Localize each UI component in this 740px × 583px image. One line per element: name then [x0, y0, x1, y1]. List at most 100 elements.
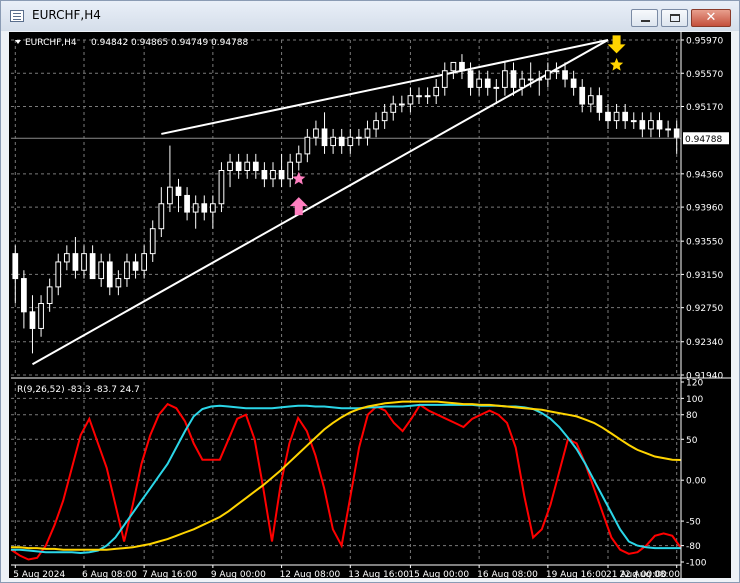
price-header-open: 0.94842	[91, 38, 128, 48]
candle-body	[63, 253, 70, 263]
candle-body	[484, 78, 491, 88]
price-tick-label: 0.93550	[686, 238, 723, 248]
candle-body	[209, 203, 216, 213]
chart-area[interactable]: 0.95970 0.95570 0.95170 0.94788 0.94360 0.939…	[9, 32, 731, 580]
candle-body	[544, 70, 551, 80]
candle-body	[596, 95, 603, 113]
candle-body	[519, 78, 525, 88]
maximize-icon	[670, 14, 680, 22]
candle-body	[622, 111, 629, 122]
candle-body	[192, 203, 199, 213]
candle-body	[630, 120, 637, 123]
candle-body	[149, 228, 156, 255]
time-tick-label: 16 Aug 08:00	[477, 570, 538, 578]
window-title: EURCHF,H4	[32, 8, 101, 22]
candle-body	[295, 153, 302, 163]
price-tick-label: 0.92340	[686, 338, 723, 348]
candle-body	[467, 70, 474, 88]
time-tick-label: 13 Aug 16:00	[348, 570, 409, 578]
minimize-icon	[641, 20, 650, 22]
candle-body	[656, 120, 663, 130]
candle-body	[55, 261, 62, 288]
maximize-button[interactable]	[661, 9, 688, 27]
chart-canvas[interactable]: 0.95970 0.95570 0.95170 0.94788 0.94360 0.939…	[9, 32, 731, 580]
candle-body	[416, 95, 422, 98]
candle-body	[398, 103, 405, 106]
candle-body	[476, 78, 483, 88]
rsi-tick-label: -50	[686, 518, 701, 528]
rsi-lines	[10, 400, 682, 561]
price-tick-label: 0.92750	[686, 304, 723, 314]
chart-menu-triangle-icon[interactable]	[15, 40, 21, 44]
candle-body	[235, 161, 242, 172]
candle-body	[373, 120, 379, 130]
candle-body	[347, 136, 354, 147]
candle-body	[106, 261, 113, 288]
time-tick-label: 22 Aug 08:00	[619, 570, 680, 578]
candle-body	[673, 128, 680, 138]
candle-body	[338, 136, 345, 147]
candle-body	[381, 111, 388, 122]
time-tick-label: 5 Aug 2024	[13, 570, 65, 578]
close-icon: ✕	[705, 10, 717, 25]
candle-body	[132, 261, 139, 271]
price-tick-label: 0.95570	[686, 70, 723, 80]
rsi-tick-label: 100	[686, 395, 703, 405]
title-bar[interactable]: EURCHF,H4 ✕	[1, 1, 739, 31]
close-button[interactable]: ✕	[691, 9, 731, 27]
candle-body	[665, 128, 671, 131]
candle-body	[244, 161, 251, 172]
time-tick-label: 12 Aug 08:00	[280, 570, 341, 578]
rsi-tick-label: -100	[686, 559, 707, 569]
candle-body	[175, 186, 182, 196]
candle-body	[424, 95, 431, 98]
candle-body	[158, 203, 165, 230]
indicator-line-1	[10, 402, 682, 561]
candle-body	[252, 161, 259, 172]
candle-body	[570, 78, 577, 88]
time-tick-label: 7 Aug 16:00	[142, 570, 197, 578]
candle-body	[613, 111, 620, 122]
candle-body	[459, 61, 465, 72]
candle-body	[562, 70, 568, 80]
rsi-header: R(9,26,52) -83.3 -83.7 24.7	[17, 385, 140, 395]
minimize-button[interactable]	[631, 9, 658, 27]
candles	[12, 54, 680, 354]
candle-body	[21, 278, 27, 313]
candle-body	[364, 128, 371, 138]
time-tick-label: 6 Aug 08:00	[82, 570, 137, 578]
candle-body	[218, 170, 225, 205]
candle-body	[553, 70, 560, 73]
candle-body	[72, 253, 79, 271]
candle-body	[304, 136, 311, 155]
price-header-high: 0.94865	[131, 38, 168, 48]
price-header-symbol: EURCHF,H4	[25, 38, 77, 48]
candle-body	[184, 194, 190, 213]
rsi-tick-label: 0.00	[686, 477, 706, 487]
candle-body	[510, 70, 517, 88]
candle-body	[648, 120, 654, 130]
candle-body	[605, 111, 611, 122]
price-tick-label: 0.95970	[686, 37, 723, 47]
signal-star-icon	[609, 57, 624, 71]
candle-body	[321, 128, 328, 147]
price-header-low: 0.94749	[171, 38, 208, 48]
candle-body	[89, 253, 96, 280]
candle-body	[502, 70, 508, 88]
chart-window-icon	[10, 10, 24, 22]
time-tick-label: 19 Aug 16:00	[546, 570, 607, 578]
rsi-tick-label: 80	[686, 411, 698, 421]
chart-window: EURCHF,H4 ✕ 0.95970 0.95570 0.95170 0.94788…	[0, 0, 740, 583]
candle-body	[450, 61, 457, 72]
current-price-label: 0.94788	[685, 135, 722, 145]
price-tick-label: 0.93960	[686, 204, 723, 214]
rsi-tick-label: 120	[686, 379, 703, 389]
price-tick-label: 0.93150	[686, 271, 723, 281]
price-tick-label: 0.95170	[686, 103, 723, 113]
indicator-line-2	[11, 403, 681, 555]
price-header-close: 0.94788	[211, 38, 248, 48]
price-tick-label: 0.94360	[686, 170, 723, 180]
candle-body	[390, 103, 397, 113]
candle-body	[587, 95, 594, 105]
candle-body	[527, 78, 534, 81]
